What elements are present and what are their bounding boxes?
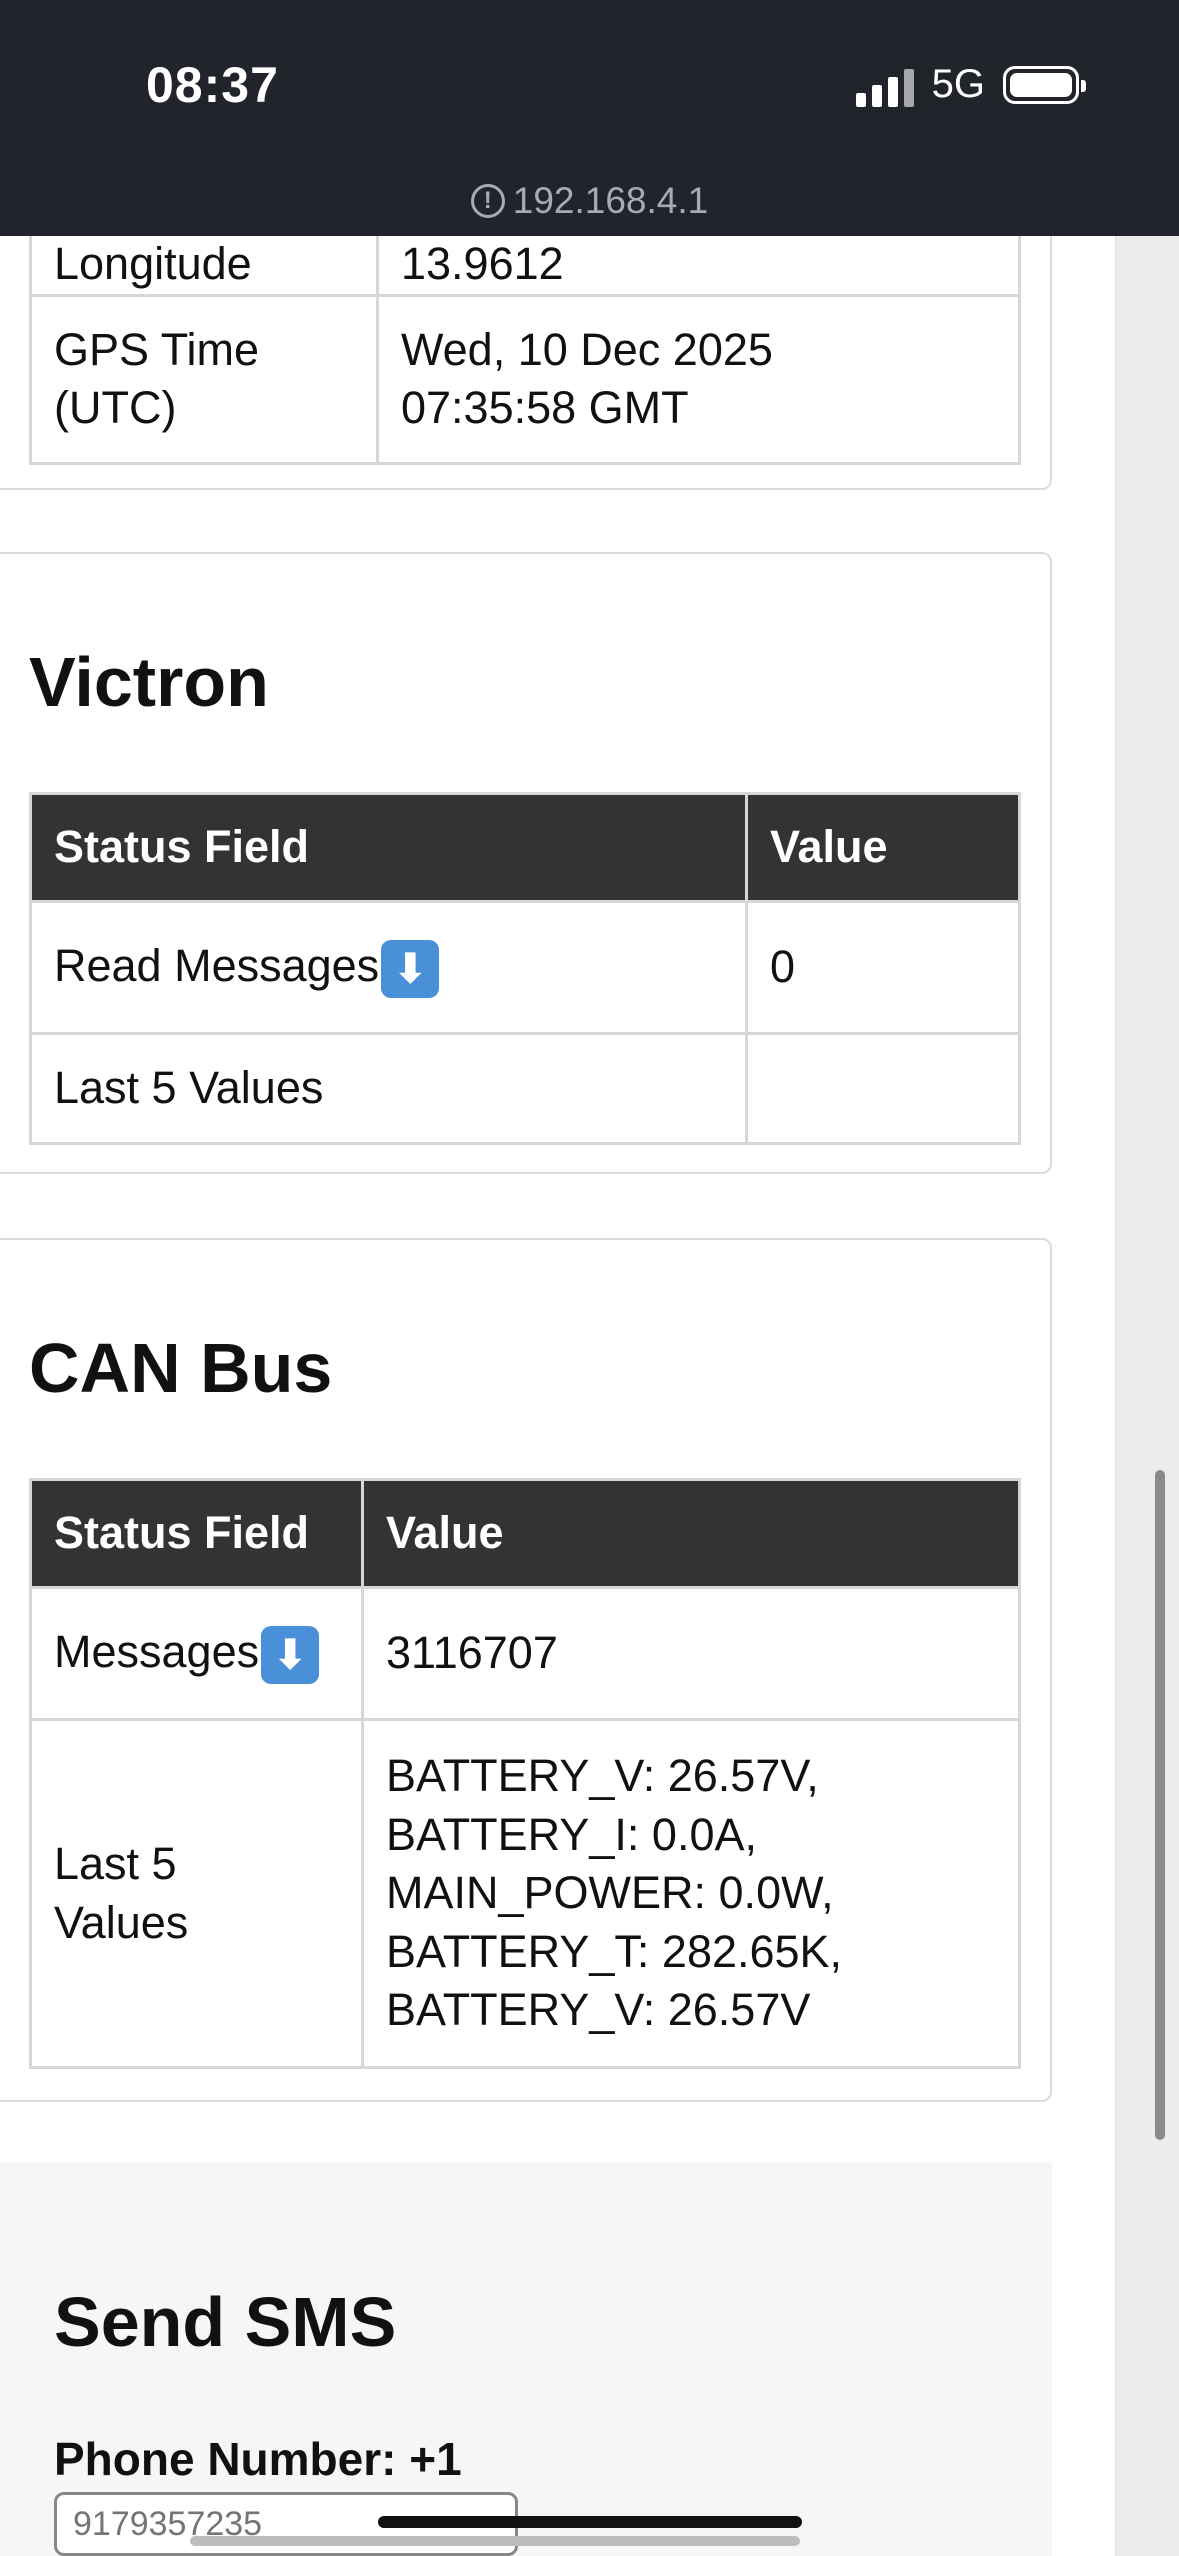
send-sms-section: Send SMS Phone Number: +1 [0, 2162, 1052, 2556]
send-sms-title: Send SMS [54, 2283, 397, 2361]
status-time: 08:37 [146, 57, 279, 113]
victron-header-field: Status Field [29, 792, 748, 903]
victron-value-last-values [745, 1032, 1021, 1145]
address-url: 192.168.4.1 [512, 180, 709, 221]
can-last-value-item: BATTERY_V: 26.57V, [386, 1750, 819, 1802]
scrollbar-track[interactable] [1115, 236, 1179, 2556]
victron-header-value: Value [745, 792, 1021, 903]
phone-number-label: Phone Number: +1 [54, 2433, 462, 2485]
gps-field-time-line2: (UTC) [54, 382, 177, 433]
victron-card: Victron Status Field Value Read Messages… [0, 552, 1052, 1174]
can-field-messages[interactable]: Messages ⬇ [29, 1586, 364, 1721]
table-row: Last 5 Values [29, 1032, 1021, 1145]
can-value-last-values: BATTERY_V: 26.57V, BATTERY_I: 0.0A, MAIN… [361, 1718, 1021, 2069]
gps-value-time-line2: 07:35:58 GMT [401, 382, 689, 433]
can-bus-title: CAN Bus [29, 1329, 333, 1407]
gps-field-time-line1: GPS Time [54, 323, 260, 375]
not-secure-warning-icon: ! [470, 184, 505, 218]
can-field-last-values: Last 5 Values [29, 1718, 364, 2069]
can-header-field: Status Field [29, 1478, 364, 1589]
can-last-value-item: BATTERY_V: 26.57V [386, 1984, 811, 2036]
scrollbar-thumb[interactable] [1155, 1470, 1165, 2140]
gps-table: Longitude 13.9612 GPS Time (UTC) Wed, 10… [29, 232, 1021, 465]
input-scroll-indicator [190, 2536, 800, 2546]
page-content: Longitude 13.9612 GPS Time (UTC) Wed, 10… [0, 0, 1115, 2556]
can-header-value: Value [361, 1478, 1021, 1589]
can-last-value-item: BATTERY_T: 282.65K, [386, 1925, 843, 1977]
can-last-value-item: MAIN_POWER: 0.0W, [386, 1867, 834, 1919]
can-field-last-values-line2: Values [54, 1896, 189, 1948]
gps-value-time: Wed, 10 Dec 2025 07:35:58 GMT [376, 293, 1021, 465]
can-value-messages: 3116707 [361, 1586, 1021, 1721]
status-indicators: 5G [855, 62, 1086, 107]
can-bus-card: CAN Bus Status Field Value Messages ⬇ 311… [0, 1238, 1052, 2102]
victron-field-read-messages[interactable]: Read Messages ⬇ [29, 900, 748, 1035]
status-bar: 08:37 5G ! 192.168.4.1 [0, 0, 1179, 236]
table-row: Read Messages ⬇ 0 [29, 900, 1021, 1035]
table-row: Messages ⬇ 3116707 [29, 1586, 1021, 1721]
network-type: 5G [931, 62, 985, 106]
can-messages-label: Messages [54, 1625, 260, 1677]
gps-field-longitude: Longitude [29, 232, 379, 297]
gps-value-time-line1: Wed, 10 Dec 2025 [401, 323, 773, 375]
gps-field-time: GPS Time (UTC) [29, 293, 379, 465]
victron-field-last-values: Last 5 Values [29, 1032, 748, 1145]
down-arrow-icon[interactable]: ⬇ [261, 1626, 320, 1685]
can-field-last-values-line1: Last 5 [54, 1838, 177, 1889]
victron-read-messages-label: Read Messages [54, 939, 380, 991]
gps-value-longitude: 13.9612 [376, 232, 1021, 297]
table-row: Last 5 Values BATTERY_V: 26.57V, BATTERY… [29, 1718, 1021, 2069]
table-header-row: Status Field Value [29, 1478, 1021, 1589]
down-arrow-icon[interactable]: ⬇ [381, 940, 440, 999]
can-bus-table: Status Field Value Messages ⬇ 3116707 Las… [29, 1478, 1021, 2069]
home-indicator[interactable] [378, 2516, 802, 2528]
table-row: GPS Time (UTC) Wed, 10 Dec 2025 07:35:58… [29, 293, 1021, 465]
victron-title: Victron [29, 643, 269, 721]
can-last-value-item: BATTERY_I: 0.0A, [386, 1808, 757, 1860]
address-bar[interactable]: ! 192.168.4.1 [0, 180, 1179, 222]
table-row: Longitude 13.9612 [29, 232, 1021, 297]
battery-icon [1003, 65, 1086, 104]
victron-value-read-messages: 0 [745, 900, 1021, 1035]
victron-table: Status Field Value Read Messages ⬇ 0 Last… [29, 792, 1021, 1145]
table-header-row: Status Field Value [29, 792, 1021, 903]
cellular-signal-icon [855, 63, 914, 107]
